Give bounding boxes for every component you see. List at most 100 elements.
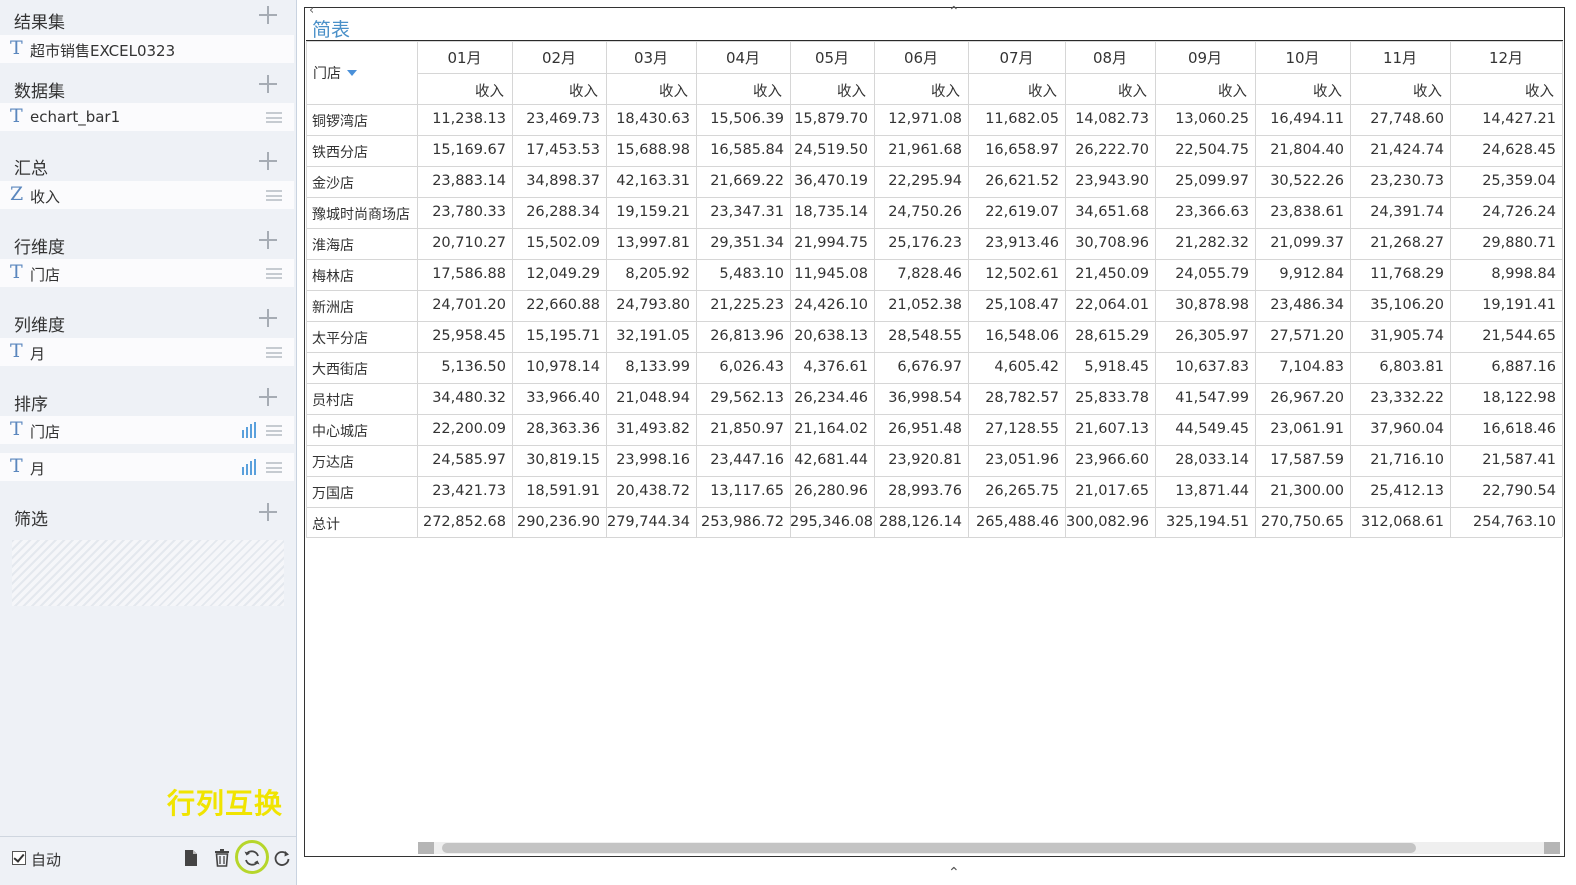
revenue-cell: 288,126.14 [878,514,962,530]
measure-header: 收入 [1413,84,1442,100]
revenue-cell: 27,748.60 [1370,111,1444,127]
revenue-cell: 253,986.72 [700,514,784,530]
grid-line [306,537,1562,538]
revenue-cell: 21,716.10 [1370,452,1444,468]
revenue-cell: 26,288.34 [526,204,600,220]
revenue-cell: 33,966.40 [526,390,600,406]
revenue-cell: 22,200.09 [432,421,506,437]
store-name: 铁西分店 [312,145,368,161]
month-header: 06月 [903,49,939,67]
revenue-cell: 21,099.37 [1270,235,1344,251]
add-icon[interactable] [258,387,278,407]
revenue-cell: 18,122.98 [1482,390,1556,406]
field-type-icon: T [10,105,23,127]
revenue-cell: 13,871.44 [1175,483,1249,499]
revenue-cell: 23,966.60 [1075,452,1149,468]
add-icon[interactable] [258,308,278,328]
revenue-cell: 8,205.92 [625,266,690,282]
revenue-cell: 21,804.40 [1270,142,1344,158]
revenue-cell: 25,359.04 [1482,173,1556,189]
revenue-cell: 26,967.20 [1270,390,1344,406]
revenue-cell: 8,998.84 [1491,266,1556,282]
revenue-cell: 13,117.65 [710,483,784,499]
revenue-cell: 12,971.08 [888,111,962,127]
drag-handle-icon[interactable] [266,112,282,123]
section-title: 数据集 [14,82,65,102]
refresh-icon[interactable] [273,849,291,869]
field-item[interactable]: T 门店 [0,259,294,287]
field-item[interactable]: Techart_bar1 [0,103,294,131]
sort-ascending-icon[interactable] [242,459,258,475]
table-title: 简表 [312,19,351,41]
revenue-cell: 22,790.54 [1482,483,1556,499]
revenue-cell: 10,637.83 [1175,359,1249,375]
dropdown-arrow-icon[interactable] [347,70,357,76]
scroll-thumb[interactable] [442,843,1416,853]
revenue-cell: 21,424.74 [1370,142,1444,158]
revenue-cell: 295,346.08 [790,514,874,530]
revenue-cell: 18,735.14 [794,204,868,220]
field-item[interactable]: Z 收入 [0,181,294,209]
revenue-cell: 25,099.97 [1175,173,1249,189]
revenue-cell: 23,469.73 [526,111,600,127]
add-icon[interactable] [258,502,278,522]
file-icon[interactable] [184,849,202,869]
grid-line [306,41,1562,42]
field-item[interactable]: T 门店 [0,416,294,444]
add-icon[interactable] [258,5,278,25]
revenue-cell: 34,898.37 [526,173,600,189]
drag-handle-icon[interactable] [266,425,282,436]
revenue-cell: 21,017.65 [1075,483,1149,499]
section-header: 筛选 [0,499,296,531]
revenue-cell: 16,494.11 [1270,111,1344,127]
field-label: 收入 [30,188,61,206]
revenue-cell: 32,191.05 [616,328,690,344]
revenue-cell: 14,082.73 [1075,111,1149,127]
revenue-cell: 42,163.31 [616,173,690,189]
store-name: 太平分店 [312,331,368,347]
row-header-store[interactable]: 门店 [313,63,357,83]
add-icon[interactable] [258,230,278,250]
sort-ascending-icon[interactable] [242,422,258,438]
auto-checkbox[interactable] [12,851,26,865]
month-header: 08月 [1092,49,1128,67]
grid-line [306,507,1562,508]
scroll-left-button[interactable] [418,842,434,854]
field-label: 门店 [30,423,61,441]
revenue-cell: 34,651.68 [1075,204,1149,220]
horizontal-scrollbar[interactable] [418,842,1560,854]
drag-handle-icon[interactable] [266,347,282,358]
revenue-cell: 31,493.82 [616,421,690,437]
drag-handle-icon[interactable] [266,462,282,473]
month-header: 07月 [999,49,1034,67]
drag-handle-icon[interactable] [266,268,282,279]
revenue-cell: 31,905.74 [1370,328,1444,344]
revenue-cell: 23,998.16 [616,452,690,468]
field-item[interactable]: T 超市销售EXCEL0323 [0,35,294,63]
scroll-right-button[interactable] [1544,842,1560,854]
add-icon[interactable] [258,74,278,94]
trash-icon[interactable] [214,849,232,869]
revenue-cell: 21,282.32 [1175,235,1249,251]
revenue-cell: 23,332.22 [1370,390,1444,406]
revenue-cell: 23,780.33 [432,204,506,220]
collapse-down-icon[interactable]: ⌃ [948,865,960,881]
revenue-cell: 11,682.05 [985,111,1059,127]
revenue-cell: 24,701.20 [432,297,506,313]
revenue-cell: 290,236.90 [516,514,600,530]
revenue-cell: 36,998.54 [888,390,962,406]
add-icon[interactable] [258,151,278,171]
collapse-up-icon[interactable]: ⌃ [948,4,960,20]
revenue-cell: 19,191.41 [1482,297,1556,313]
revenue-cell: 27,571.20 [1270,328,1344,344]
field-item[interactable]: T月 [0,338,294,366]
drag-handle-icon[interactable] [266,190,282,201]
field-item[interactable]: T月 [0,453,294,481]
revenue-cell: 30,819.15 [526,452,600,468]
revenue-cell: 26,951.48 [888,421,962,437]
grid-line [306,321,1562,322]
grid-line [306,135,1562,136]
revenue-cell: 23,943.90 [1075,173,1149,189]
store-name: 新洲店 [312,300,354,316]
filter-drop-zone[interactable] [12,540,284,606]
